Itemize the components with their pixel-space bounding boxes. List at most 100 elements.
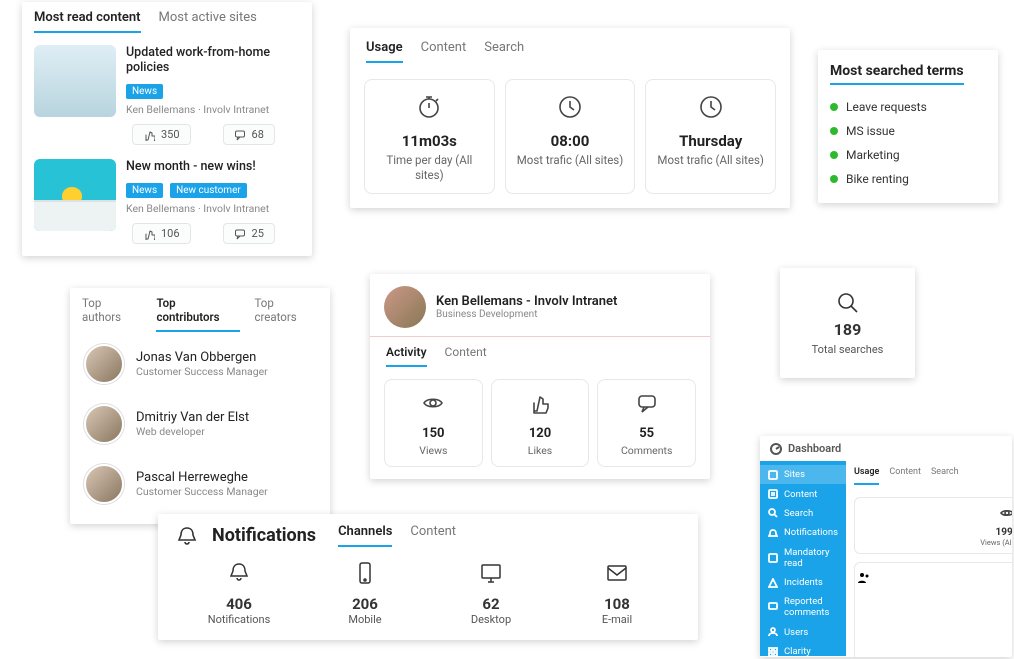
status-dot-icon bbox=[830, 151, 838, 159]
tab-content[interactable]: Content bbox=[445, 345, 487, 367]
nav-label: Notifications bbox=[784, 527, 838, 538]
person-row[interactable]: Jonas Van ObbergenCustomer Success Manag… bbox=[70, 334, 330, 394]
tab-most-active-sites[interactable]: Most active sites bbox=[159, 10, 257, 33]
tile-label: Desktop bbox=[428, 613, 554, 626]
comments-count: 68 bbox=[252, 128, 264, 141]
nav-content[interactable]: Content bbox=[760, 484, 846, 503]
content-title: Updated work-from-home policies bbox=[126, 45, 300, 75]
tab-channels[interactable]: Channels bbox=[338, 524, 392, 547]
nav-label: Search bbox=[784, 508, 813, 519]
content-item[interactable]: New month - new wins! News New customer … bbox=[22, 149, 312, 248]
nav-clarity[interactable]: Clarity bbox=[760, 642, 846, 657]
grid-icon bbox=[768, 647, 778, 657]
tile-value: 08:00 bbox=[512, 132, 629, 150]
nav-search[interactable]: Search bbox=[760, 504, 846, 523]
comments-stat[interactable]: 68 bbox=[223, 124, 275, 145]
search-count-value: 189 bbox=[834, 320, 862, 339]
nav-notifications[interactable]: Notifications bbox=[760, 523, 846, 542]
search-count-card: 189 Total searches bbox=[780, 268, 915, 378]
likes-stat[interactable]: 350 bbox=[132, 124, 191, 145]
content-item[interactable]: Updated work-from-home policies News Ken… bbox=[22, 35, 312, 149]
comment-icon bbox=[234, 228, 246, 240]
tab-search[interactable]: Search bbox=[484, 40, 524, 63]
person-name: Pascal Herreweghe bbox=[136, 470, 268, 485]
tab-content[interactable]: Content bbox=[410, 524, 456, 547]
tile-label: Mobile bbox=[302, 613, 428, 626]
thumbs-up-icon bbox=[143, 129, 155, 141]
tab-activity[interactable]: Activity bbox=[386, 345, 427, 367]
person-name: Jonas Van Obbergen bbox=[136, 350, 268, 365]
term-item[interactable]: Bike renting bbox=[830, 167, 986, 191]
person-role: Customer Success Manager bbox=[136, 485, 268, 498]
warning-icon bbox=[768, 578, 778, 588]
tile-value: 1990 bbox=[857, 527, 1012, 538]
tab-top-authors[interactable]: Top authors bbox=[82, 296, 142, 332]
nav-mandatory-read[interactable]: Mandatory read bbox=[760, 543, 846, 573]
likes-stat[interactable]: 106 bbox=[132, 223, 191, 244]
eye-icon bbox=[1000, 506, 1012, 520]
nav-label: Sites bbox=[784, 469, 805, 480]
bell-icon bbox=[227, 561, 251, 585]
profile-card: Ken Bellemans - Involv Intranet Business… bbox=[370, 274, 710, 479]
mini-sidebar: Sites Content Search Notifications Manda… bbox=[760, 461, 846, 656]
term-label: MS issue bbox=[846, 124, 895, 138]
tab-search[interactable]: Search bbox=[931, 467, 959, 485]
comment-icon bbox=[636, 392, 658, 414]
tab-content[interactable]: Content bbox=[421, 40, 467, 63]
tile-label: Most trafic (All sites) bbox=[652, 153, 769, 168]
status-dot-icon bbox=[830, 103, 838, 111]
person-row[interactable]: Dmitriy Van der ElstWeb developer bbox=[70, 394, 330, 454]
tile-label: Time per day (All sites) bbox=[371, 153, 488, 183]
tab-top-contributors[interactable]: Top contributors bbox=[156, 296, 240, 332]
bell-icon bbox=[176, 525, 198, 547]
content-title: New month - new wins! bbox=[126, 159, 300, 174]
most-read-card: Most read content Most active sites Upda… bbox=[22, 2, 312, 256]
nav-users[interactable]: Users bbox=[760, 623, 846, 642]
book-icon bbox=[768, 553, 778, 563]
avatar bbox=[84, 404, 124, 444]
tab-most-read-content[interactable]: Most read content bbox=[34, 10, 141, 33]
nav-label: Content bbox=[784, 489, 817, 500]
tab-top-creators[interactable]: Top creators bbox=[254, 296, 318, 332]
nav-reported-comments[interactable]: Reported comments bbox=[760, 592, 846, 622]
tile-value: 55 bbox=[602, 426, 691, 441]
person-row[interactable]: Pascal HerrewegheCustomer Success Manage… bbox=[70, 454, 330, 514]
nav-incidents[interactable]: Incidents bbox=[760, 573, 846, 592]
tab-content[interactable]: Content bbox=[889, 467, 921, 485]
search-count-label: Total searches bbox=[812, 343, 884, 356]
nav-label: Users bbox=[784, 627, 808, 638]
comments-stat[interactable]: 25 bbox=[223, 223, 275, 244]
tile-email: 108 E-mail bbox=[554, 561, 680, 626]
search-icon bbox=[835, 290, 861, 316]
content-meta: Ken Bellemans · Involv Intranet bbox=[126, 202, 300, 215]
tab-usage[interactable]: Usage bbox=[366, 40, 403, 63]
tile-value: Thursday bbox=[652, 132, 769, 150]
nav-sites[interactable]: Sites bbox=[760, 465, 846, 484]
tile-label: E-mail bbox=[554, 613, 680, 626]
badges: News New customer bbox=[126, 178, 300, 198]
mini-dashboard-card: Dashboard Sites Content Search Notificat… bbox=[760, 436, 1012, 657]
avatar bbox=[84, 344, 124, 384]
tile-label: Likes bbox=[496, 444, 585, 458]
tile-value: 62 bbox=[428, 595, 554, 613]
nav-label: Incidents bbox=[784, 577, 823, 588]
term-item[interactable]: MS issue bbox=[830, 119, 986, 143]
tile-label: Views (All sites) bbox=[857, 538, 1012, 547]
tile-value: 120 bbox=[496, 426, 585, 441]
mini-title: Dashboard bbox=[788, 442, 841, 455]
term-item[interactable]: Marketing bbox=[830, 143, 986, 167]
thumbnail-image bbox=[34, 45, 116, 117]
eye-icon bbox=[422, 392, 444, 414]
thumbs-up-icon bbox=[529, 392, 551, 414]
tile-notifications: 406 Notifications bbox=[176, 561, 302, 626]
clock-icon bbox=[557, 94, 583, 120]
tile-label: Views bbox=[389, 444, 478, 458]
tab-usage[interactable]: Usage bbox=[854, 467, 879, 485]
profile-name: Ken Bellemans - Involv Intranet bbox=[436, 294, 617, 309]
tile-desktop: 62 Desktop bbox=[428, 561, 554, 626]
mobile-icon bbox=[353, 561, 377, 585]
term-item[interactable]: Leave requests bbox=[830, 95, 986, 119]
tile-value: 406 bbox=[176, 595, 302, 613]
gauge-icon bbox=[770, 443, 782, 455]
avatar bbox=[84, 464, 124, 504]
